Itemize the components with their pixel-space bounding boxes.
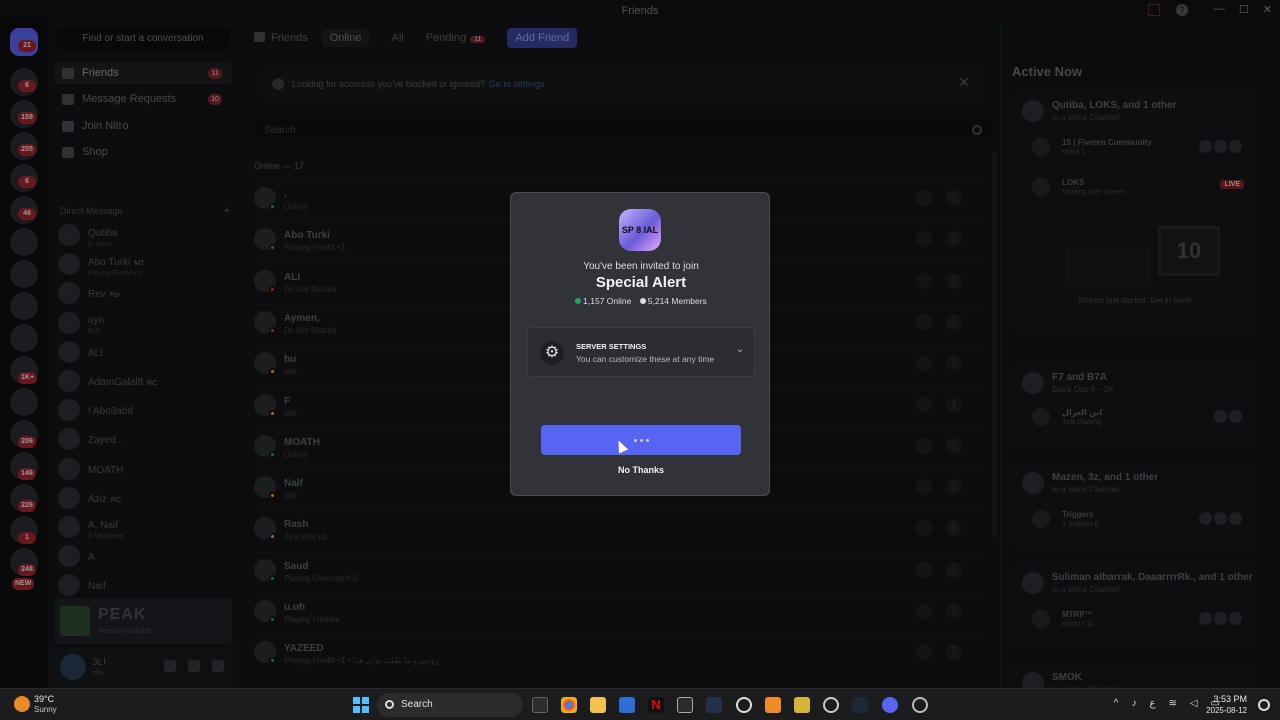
volume-icon[interactable]: ◁ bbox=[1190, 698, 1198, 709]
vscode-icon[interactable] bbox=[706, 697, 722, 713]
online-count: 1,157 Online bbox=[583, 296, 632, 306]
sun-icon[interactable] bbox=[14, 696, 30, 712]
file-explorer-icon[interactable] bbox=[590, 697, 606, 713]
accept-invite-button[interactable] bbox=[541, 425, 741, 455]
system-tray: ^ ♪ ع ≋ ◁ ▭ bbox=[1114, 698, 1220, 709]
notification-icon[interactable] bbox=[1258, 699, 1270, 711]
no-thanks-button[interactable]: No Thanks bbox=[511, 465, 771, 475]
openai-icon[interactable] bbox=[823, 697, 839, 713]
weather-condition: Sunny bbox=[34, 705, 57, 714]
loading-dot bbox=[645, 438, 649, 442]
task-view-icon[interactable] bbox=[532, 697, 548, 713]
server-settings-dropdown[interactable]: ⚙ SERVER SETTINGS You can customize thes… bbox=[527, 327, 755, 377]
invite-text: You've been invited to join bbox=[583, 261, 699, 272]
clock-time[interactable]: 3:53 PM bbox=[1213, 694, 1247, 704]
taskbar-search[interactable]: Search bbox=[377, 693, 523, 717]
chrome-icon[interactable] bbox=[561, 697, 577, 713]
server-icon: SP 8 IAL bbox=[619, 209, 661, 251]
weather-temp: 39°C bbox=[34, 694, 55, 704]
store-icon[interactable] bbox=[619, 697, 635, 713]
wifi-icon[interactable]: ≋ bbox=[1168, 698, 1176, 709]
members-count: 5,214 Members bbox=[647, 296, 707, 306]
pen-app-icon[interactable] bbox=[794, 697, 810, 713]
microphone-icon[interactable]: ♪ bbox=[1131, 698, 1136, 709]
discord-window: Friends ? — ☐ ✕ 21 6 159 255 6 46 1K+ 206 146 226… bbox=[0, 0, 1280, 694]
language-indicator[interactable]: ع bbox=[1149, 698, 1155, 709]
clock-date[interactable]: 2025-08-12 bbox=[1206, 706, 1247, 715]
chevron-up-icon[interactable]: ^ bbox=[1114, 698, 1119, 709]
settings-subtitle: You can customize these at any time bbox=[576, 354, 715, 364]
chevron-down-icon: ⌄ bbox=[735, 344, 744, 355]
start-button[interactable] bbox=[353, 697, 369, 713]
invite-modal: SP 8 IAL You've been invited to join Spe… bbox=[510, 192, 770, 496]
server-name: Special Alert bbox=[595, 274, 687, 291]
members-dot-icon bbox=[639, 298, 646, 304]
server-icon-text: SP 8 IAL bbox=[621, 224, 659, 235]
discord-icon[interactable] bbox=[882, 697, 898, 713]
steam-icon[interactable] bbox=[852, 697, 868, 713]
netflix-icon[interactable]: N bbox=[648, 697, 664, 713]
loading-dot bbox=[639, 438, 643, 442]
taskbar: 39°C Sunny Search N ^ ♪ ع ≋ ◁ ▭ 3:53 PM … bbox=[0, 688, 1280, 720]
settings-title: SERVER SETTINGS bbox=[576, 342, 647, 351]
member-counts: 1,157 Online 5,214 Members bbox=[511, 296, 771, 306]
obs-icon[interactable] bbox=[736, 697, 752, 713]
gear-icon: ⚙ bbox=[540, 341, 564, 365]
epic-games-icon[interactable] bbox=[677, 697, 693, 713]
online-dot-icon bbox=[575, 298, 582, 304]
loading-dot bbox=[633, 438, 637, 442]
app-icon[interactable] bbox=[765, 697, 781, 713]
search-icon bbox=[385, 700, 394, 709]
app-icon[interactable] bbox=[912, 697, 928, 713]
